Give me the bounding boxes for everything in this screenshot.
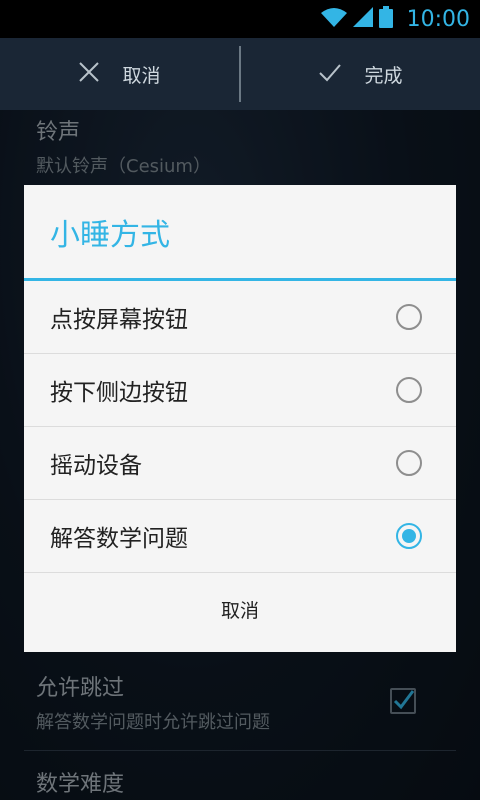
cancel-button[interactable]: 取消 (0, 38, 239, 110)
radio-button[interactable] (396, 377, 422, 403)
done-label: 完成 (364, 64, 403, 87)
dialog-title: 小睡方式 (24, 185, 456, 281)
option-shake-device[interactable]: 摇动设备 (24, 427, 456, 500)
option-label: 按下侧边按钮 (50, 380, 188, 406)
radio-button[interactable] (396, 304, 422, 330)
close-icon (78, 61, 100, 88)
cancel-label: 取消 (122, 64, 161, 87)
done-button[interactable]: 完成 (241, 38, 480, 110)
option-tap-screen-button[interactable]: 点按屏幕按钮 (24, 281, 456, 354)
option-solve-math-problem[interactable]: 解答数学问题 (24, 500, 456, 573)
status-bar: 10:00 (0, 0, 480, 38)
wifi-icon (320, 7, 347, 31)
status-icons: 10:00 (320, 6, 470, 32)
battery-icon (378, 6, 393, 32)
check-icon (318, 62, 342, 87)
radio-button-selected[interactable] (396, 523, 422, 549)
signal-icon (352, 7, 373, 31)
action-bar: 取消 完成 (0, 38, 480, 110)
option-label: 摇动设备 (50, 453, 142, 479)
option-label: 解答数学问题 (50, 526, 188, 552)
option-press-side-button[interactable]: 按下侧边按钮 (24, 354, 456, 427)
radio-button[interactable] (396, 450, 422, 476)
option-label: 点按屏幕按钮 (50, 307, 188, 333)
clock-time: 10:00 (406, 6, 470, 32)
snooze-method-dialog: 小睡方式 点按屏幕按钮 按下侧边按钮 摇动设备 解答数学问题 取消 (24, 185, 456, 652)
radio-dot (402, 529, 416, 543)
dialog-cancel-button[interactable]: 取消 (24, 573, 456, 645)
